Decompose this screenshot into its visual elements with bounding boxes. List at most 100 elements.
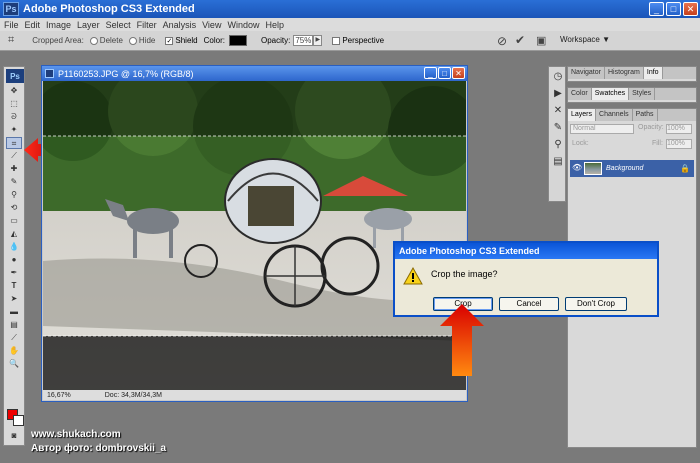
minimize-button[interactable]: _ — [649, 2, 664, 16]
brushes-panel-icon[interactable]: ✎ — [551, 121, 565, 135]
document-window: P1160253.JPG @ 16,7% (RGB/8) _ □ ✕ 16,67… — [41, 65, 468, 402]
opacity-arrow-icon[interactable]: ▶ — [313, 35, 323, 46]
document-close-button[interactable]: ✕ — [452, 67, 465, 79]
tab-paths[interactable]: Paths — [633, 109, 658, 121]
document-title-bar: P1160253.JPG @ 16,7% (RGB/8) _ □ ✕ — [42, 66, 467, 81]
shape-tool-icon[interactable]: ▬ — [6, 306, 22, 318]
color-panel: Color Swatches Styles — [567, 87, 697, 103]
crop-tool-button-icon[interactable]: ⌗ — [6, 137, 22, 149]
dodge-tool-icon[interactable]: ● — [6, 254, 22, 266]
doc-size: Doc: 34,3M/34,3M — [104, 391, 162, 399]
zoom-tool-icon[interactable]: 🔍 — [6, 358, 22, 370]
menu-help[interactable]: Help — [265, 20, 284, 30]
workspace-menu[interactable]: Workspace ▼ — [560, 35, 610, 44]
maximize-button[interactable]: □ — [666, 2, 681, 16]
zoom-level[interactable]: 16,67% — [47, 392, 71, 399]
layer-opacity-field[interactable]: 100% — [666, 124, 692, 134]
document-maximize-button[interactable]: □ — [438, 67, 451, 79]
document-window-controls: _ □ ✕ — [424, 67, 465, 79]
tab-channels[interactable]: Channels — [596, 109, 633, 121]
notes-tool-icon[interactable]: ▤ — [6, 319, 22, 331]
pen-tool-icon[interactable]: ✒ — [6, 267, 22, 279]
eye-icon[interactable]: 👁 — [572, 163, 582, 172]
fill-field[interactable]: 100% — [666, 139, 692, 149]
clone-stamp-tool-icon[interactable]: ⚲ — [6, 189, 22, 201]
tool-presets-icon[interactable]: ▣ — [536, 34, 546, 47]
eyedropper-tool-icon[interactable]: ⟋ — [6, 332, 22, 344]
blur-tool-icon[interactable]: 💧 — [6, 241, 22, 253]
actions-panel-icon[interactable]: ▶ — [551, 87, 565, 101]
hide-radio[interactable]: Hide — [128, 36, 156, 45]
hand-tool-icon[interactable]: ✋ — [6, 345, 22, 357]
menu-analysis[interactable]: Analysis — [163, 20, 197, 30]
tab-swatches[interactable]: Swatches — [591, 88, 630, 100]
close-button[interactable]: ✕ — [683, 2, 698, 16]
photoshop-logo-icon: Ps — [3, 2, 19, 16]
slice-tool-icon[interactable]: ⟋ — [6, 150, 22, 162]
menu-filter[interactable]: Filter — [137, 20, 157, 30]
layer-comps-panel-icon[interactable]: ▤ — [551, 155, 565, 169]
delete-radio[interactable]: Delete — [89, 36, 123, 45]
tab-styles[interactable]: Styles — [629, 88, 656, 100]
type-tool-icon[interactable]: T — [6, 280, 22, 292]
document-minimize-button[interactable]: _ — [424, 67, 437, 79]
menu-layer[interactable]: Layer — [77, 20, 100, 30]
marquee-tool-icon[interactable]: ⬚ — [6, 98, 22, 110]
menu-window[interactable]: Window — [227, 20, 259, 30]
lock-icon: 🔒 — [680, 164, 690, 173]
image-canvas[interactable] — [43, 81, 466, 391]
author-credit: Автор фото: dombrovskii_a — [31, 443, 167, 454]
path-selection-tool-icon[interactable]: ➤ — [6, 293, 22, 305]
brush-tool-icon[interactable]: ✎ — [6, 176, 22, 188]
color-label: Color: — [203, 36, 225, 45]
cancel-crop-icon[interactable]: ⊘ — [497, 34, 507, 48]
history-panel-icon[interactable]: ◷ — [551, 70, 565, 84]
tab-histogram[interactable]: Histogram — [605, 67, 644, 79]
perspective-label: Perspective — [342, 36, 385, 45]
workspace-label: Workspace — [560, 35, 600, 44]
tab-layers[interactable]: Layers — [568, 109, 597, 121]
navigator-panel: Navigator Histogram Info — [567, 66, 697, 82]
document-icon — [45, 69, 54, 78]
shield-checkbox[interactable]: ✓ Shield — [165, 36, 198, 45]
layer-name: Background — [606, 165, 644, 172]
paint-bucket-tool-icon[interactable]: ◭ — [6, 228, 22, 240]
perspective-checkbox[interactable]: Perspective — [332, 36, 384, 45]
crop-tool-icon[interactable]: ⌗ — [8, 34, 14, 47]
clone-source-panel-icon[interactable]: ⚲ — [551, 138, 565, 152]
site-credit: www.shukach.com — [31, 429, 121, 440]
move-tool-icon[interactable]: ✥ — [6, 85, 22, 97]
eraser-tool-icon[interactable]: ▭ — [6, 215, 22, 227]
lasso-tool-icon[interactable]: ᘐ — [6, 111, 22, 123]
menu-image[interactable]: Image — [46, 20, 71, 30]
toolbox: Ps ✥ ⬚ ᘐ ✦ ⌗ ⟋ ✚ ✎ ⚲ ⟲ ▭ ◭ 💧 ● ✒ T ➤ ▬ ▤… — [3, 66, 25, 446]
toolbox-logo-icon: Ps — [6, 69, 24, 83]
document-status-bar: 16,67% Doc: 34,3M/34,3M — [43, 390, 466, 400]
layer-row-background[interactable]: 👁 Background 🔒 — [570, 160, 694, 177]
opacity-field[interactable]: 75% — [293, 35, 314, 46]
history-brush-tool-icon[interactable]: ⟲ — [6, 202, 22, 214]
hide-label: Hide — [138, 36, 156, 45]
magic-wand-tool-icon[interactable]: ✦ — [6, 124, 22, 136]
layer-thumbnail — [584, 162, 602, 175]
shield-label: Shield — [175, 36, 198, 45]
shield-color-swatch[interactable] — [228, 35, 247, 46]
tool-presets-panel-icon[interactable]: ✕ — [551, 104, 565, 118]
cancel-button[interactable]: Cancel — [499, 297, 559, 311]
blend-mode-select[interactable]: Normal — [570, 124, 634, 134]
document-title: P1160253.JPG @ 16,7% (RGB/8) — [58, 68, 194, 79]
tab-color[interactable]: Color — [568, 88, 592, 100]
tab-info[interactable]: Info — [643, 67, 663, 79]
commit-crop-icon[interactable]: ✔ — [515, 33, 525, 47]
menu-edit[interactable]: Edit — [25, 20, 41, 30]
fill-label: Fill: — [652, 140, 663, 147]
dont-crop-button[interactable]: Don't Crop — [565, 297, 627, 311]
options-bar: ⌗ Cropped Area: Delete Hide ✓ Shield Colo… — [0, 31, 700, 51]
menu-select[interactable]: Select — [106, 20, 131, 30]
quick-mask-icon[interactable]: ◙ — [6, 430, 22, 442]
menu-file[interactable]: File — [4, 20, 19, 30]
tab-navigator[interactable]: Navigator — [568, 67, 605, 79]
healing-brush-tool-icon[interactable]: ✚ — [6, 163, 22, 175]
menu-view[interactable]: View — [202, 20, 221, 30]
background-color-swatch[interactable] — [13, 415, 24, 426]
